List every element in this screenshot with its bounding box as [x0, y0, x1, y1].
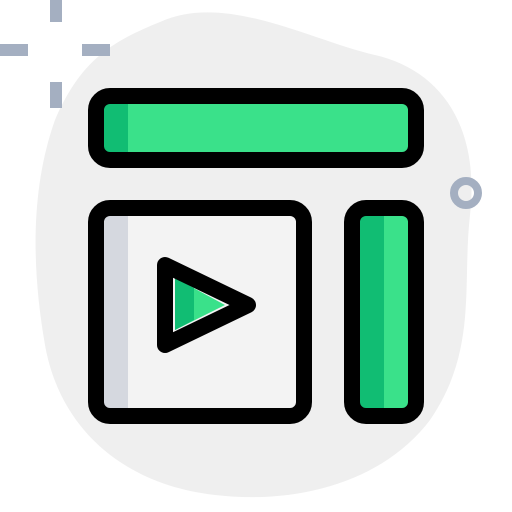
video-layout-icon [0, 0, 482, 498]
header-bar [88, 88, 424, 168]
icon-canvas [0, 0, 512, 512]
side-bar [344, 200, 424, 424]
